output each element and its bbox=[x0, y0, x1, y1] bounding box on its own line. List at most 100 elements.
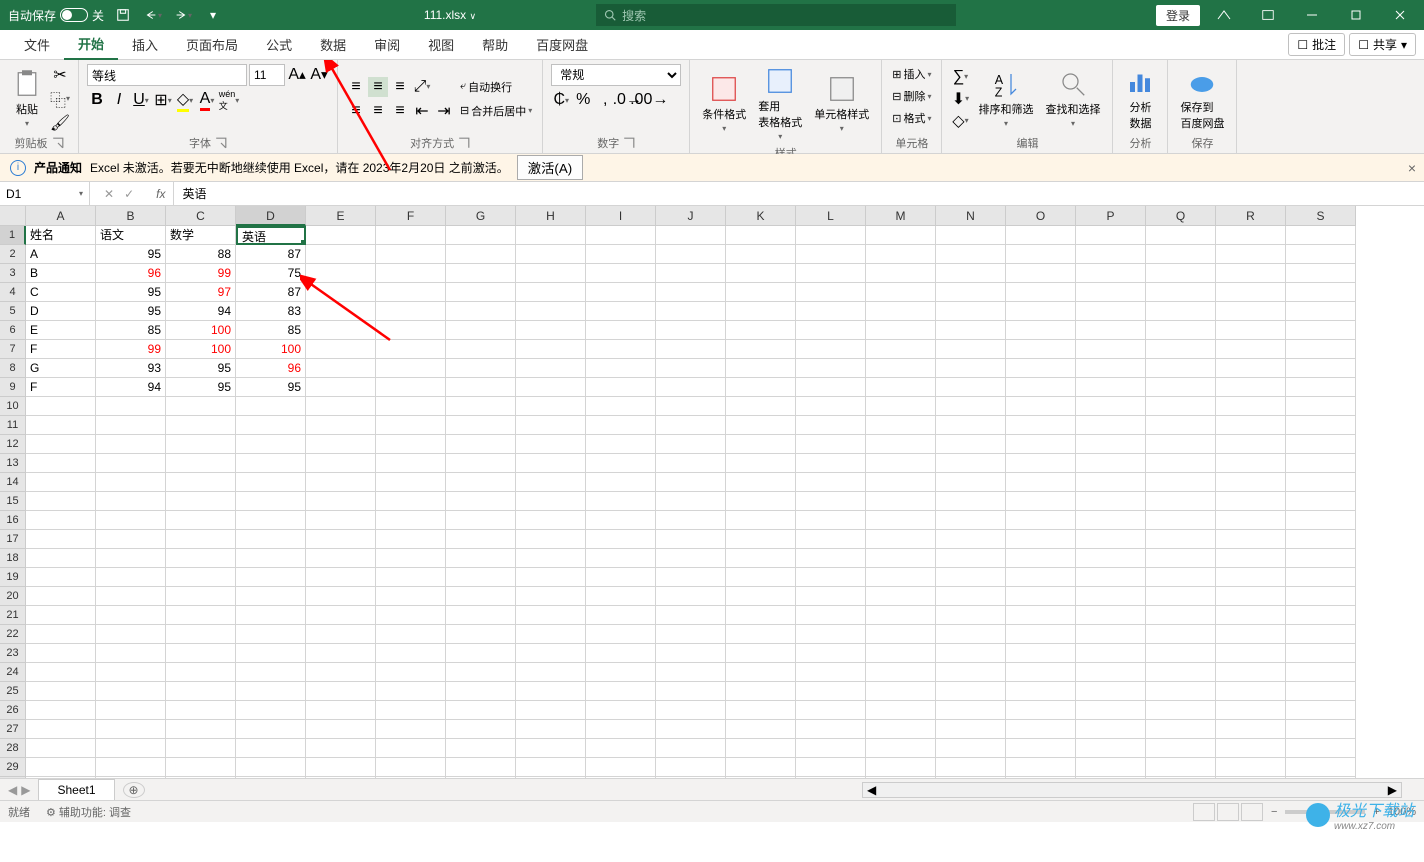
cell[interactable] bbox=[236, 587, 306, 606]
cell[interactable] bbox=[656, 625, 726, 644]
cell[interactable] bbox=[1146, 226, 1216, 245]
cell[interactable] bbox=[796, 283, 866, 302]
cell[interactable] bbox=[1286, 549, 1356, 568]
cell[interactable] bbox=[236, 682, 306, 701]
cell[interactable] bbox=[1076, 720, 1146, 739]
cell[interactable] bbox=[166, 587, 236, 606]
cell[interactable] bbox=[656, 473, 726, 492]
cell[interactable] bbox=[1216, 397, 1286, 416]
row-header[interactable]: 5 bbox=[0, 302, 26, 321]
cell[interactable]: 88 bbox=[166, 245, 236, 264]
cell[interactable] bbox=[1146, 416, 1216, 435]
cell[interactable] bbox=[446, 473, 516, 492]
fx-icon[interactable]: fx bbox=[148, 187, 173, 201]
tab-home[interactable]: 开始 bbox=[64, 30, 118, 60]
tab-file[interactable]: 文件 bbox=[10, 30, 64, 60]
cell[interactable] bbox=[1216, 359, 1286, 378]
cell[interactable] bbox=[936, 340, 1006, 359]
cell[interactable]: B bbox=[26, 264, 96, 283]
cell[interactable] bbox=[1076, 587, 1146, 606]
cell[interactable] bbox=[656, 359, 726, 378]
cell[interactable] bbox=[1286, 758, 1356, 777]
cell[interactable] bbox=[796, 701, 866, 720]
cell[interactable] bbox=[1286, 397, 1356, 416]
cell[interactable] bbox=[1286, 663, 1356, 682]
cell[interactable]: 85 bbox=[236, 321, 306, 340]
coming-soon-icon[interactable] bbox=[1204, 1, 1244, 29]
cell[interactable] bbox=[236, 663, 306, 682]
col-header[interactable]: I bbox=[586, 206, 656, 226]
cell[interactable] bbox=[376, 435, 446, 454]
cell[interactable] bbox=[96, 568, 166, 587]
cell[interactable] bbox=[306, 226, 376, 245]
cell[interactable] bbox=[866, 473, 936, 492]
cell[interactable] bbox=[96, 739, 166, 758]
cell[interactable] bbox=[376, 720, 446, 739]
insert-cells-button[interactable]: ⊞ 插入 ▾ bbox=[890, 64, 933, 84]
cell[interactable] bbox=[1286, 321, 1356, 340]
enter-icon[interactable]: ✓ bbox=[124, 187, 134, 201]
tab-data[interactable]: 数据 bbox=[306, 30, 360, 60]
cell[interactable] bbox=[586, 739, 656, 758]
cell[interactable] bbox=[306, 359, 376, 378]
formula-input[interactable]: 英语 bbox=[173, 182, 1424, 205]
cell[interactable] bbox=[1006, 701, 1076, 720]
cell[interactable] bbox=[376, 701, 446, 720]
cell[interactable] bbox=[936, 568, 1006, 587]
cell[interactable] bbox=[586, 530, 656, 549]
cell[interactable] bbox=[306, 663, 376, 682]
cell[interactable] bbox=[866, 625, 936, 644]
comments-button[interactable]: ☐ 批注 bbox=[1288, 33, 1345, 56]
cell[interactable]: 100 bbox=[166, 321, 236, 340]
cell[interactable] bbox=[236, 568, 306, 587]
cell[interactable] bbox=[1146, 663, 1216, 682]
row-header[interactable]: 10 bbox=[0, 397, 26, 416]
cell[interactable] bbox=[376, 492, 446, 511]
cell[interactable] bbox=[166, 663, 236, 682]
cell[interactable] bbox=[446, 682, 516, 701]
cell[interactable] bbox=[586, 283, 656, 302]
cell[interactable] bbox=[586, 226, 656, 245]
cell[interactable] bbox=[1076, 492, 1146, 511]
cell[interactable] bbox=[796, 530, 866, 549]
tab-insert[interactable]: 插入 bbox=[118, 30, 172, 60]
cell[interactable] bbox=[1216, 226, 1286, 245]
cell[interactable] bbox=[866, 492, 936, 511]
cell[interactable] bbox=[1286, 435, 1356, 454]
format-cells-button[interactable]: ⊡ 格式 ▾ bbox=[890, 108, 933, 128]
cell[interactable] bbox=[796, 340, 866, 359]
cell[interactable] bbox=[446, 321, 516, 340]
cell[interactable] bbox=[936, 473, 1006, 492]
cell[interactable] bbox=[376, 682, 446, 701]
cell[interactable] bbox=[936, 264, 1006, 283]
cell[interactable] bbox=[866, 663, 936, 682]
cell[interactable] bbox=[936, 226, 1006, 245]
cell[interactable] bbox=[96, 549, 166, 568]
ribbon-mode-icon[interactable] bbox=[1248, 1, 1288, 29]
cell[interactable] bbox=[1146, 492, 1216, 511]
cell[interactable] bbox=[1286, 511, 1356, 530]
cell-styles-button[interactable]: 单元格样式▾ bbox=[810, 72, 873, 135]
horizontal-scrollbar[interactable]: ◀▶ bbox=[862, 782, 1402, 798]
delete-cells-button[interactable]: ⊟ 删除 ▾ bbox=[890, 86, 933, 106]
cell[interactable] bbox=[26, 511, 96, 530]
cell[interactable] bbox=[586, 378, 656, 397]
cell[interactable] bbox=[1286, 340, 1356, 359]
search-box[interactable]: 搜索 bbox=[596, 4, 956, 26]
cell[interactable] bbox=[796, 625, 866, 644]
cell[interactable] bbox=[516, 568, 586, 587]
row-header[interactable]: 27 bbox=[0, 720, 26, 739]
cell[interactable] bbox=[516, 511, 586, 530]
cell[interactable] bbox=[656, 549, 726, 568]
cell[interactable] bbox=[306, 397, 376, 416]
cell[interactable] bbox=[96, 397, 166, 416]
cell[interactable] bbox=[306, 682, 376, 701]
cell[interactable] bbox=[516, 606, 586, 625]
cell[interactable]: 95 bbox=[96, 302, 166, 321]
cell[interactable] bbox=[866, 359, 936, 378]
cell[interactable] bbox=[796, 587, 866, 606]
cell[interactable]: 85 bbox=[96, 321, 166, 340]
cell[interactable] bbox=[1286, 568, 1356, 587]
cell[interactable] bbox=[936, 511, 1006, 530]
cell[interactable] bbox=[376, 568, 446, 587]
